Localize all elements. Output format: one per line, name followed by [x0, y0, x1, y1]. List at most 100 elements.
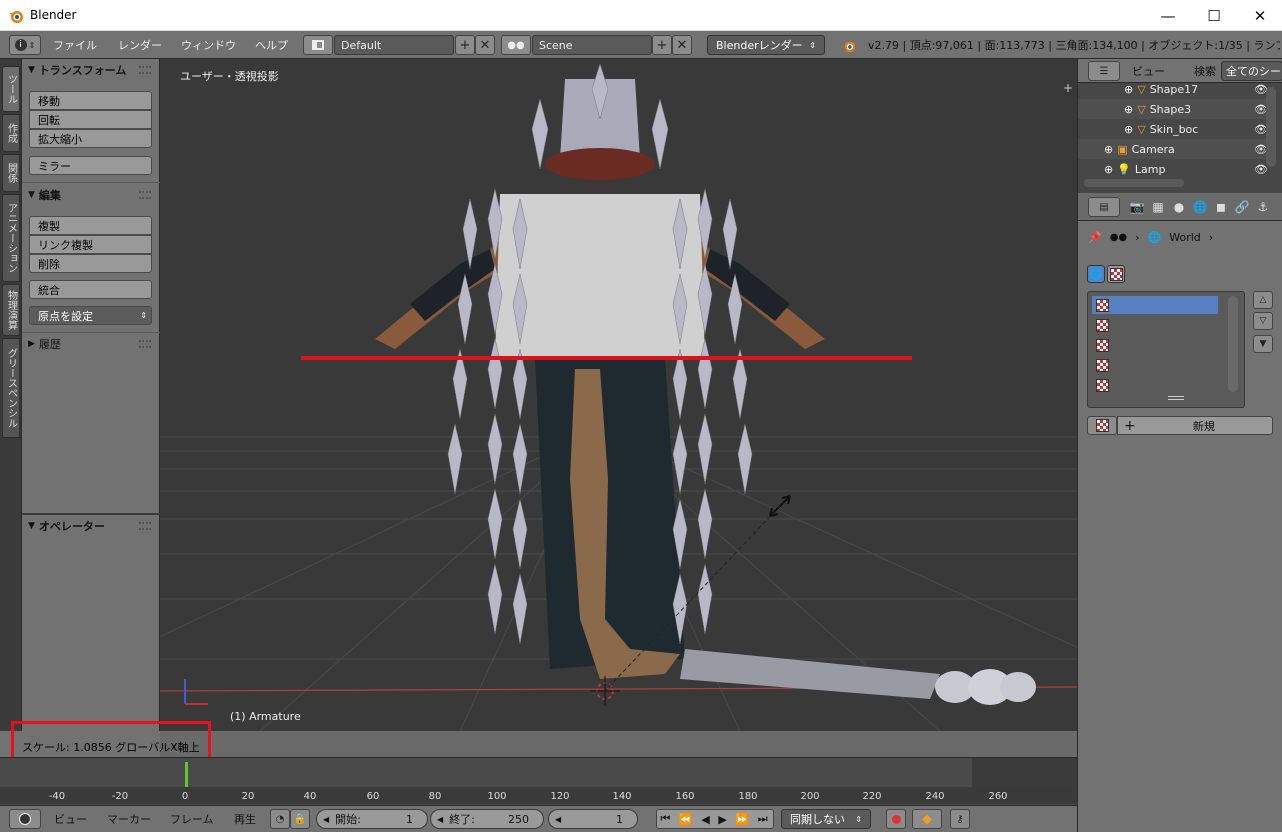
menu-help[interactable]: ヘルプ [247, 35, 296, 55]
outliner-row[interactable]: ⊕ ▣ Camera 👁 [1078, 139, 1268, 159]
world-tab-icon[interactable]: 🌐 [1191, 198, 1209, 216]
keying-set-button[interactable]: ⚷ [950, 809, 970, 829]
close-button[interactable]: ✕ [1237, 0, 1282, 31]
outliner-row[interactable]: ⊕ ▽ Skin_boc 👁 [1078, 119, 1268, 139]
menu-file[interactable]: ファイル [45, 35, 105, 55]
play-icon[interactable]: ▶ [718, 813, 728, 826]
jump-end-icon[interactable]: ⏭ [758, 812, 770, 826]
panel-operator-header[interactable]: ▼ オペレーター [28, 517, 105, 535]
minimize-button[interactable]: — [1145, 0, 1191, 31]
tab-tools[interactable]: ツール [2, 66, 20, 112]
timeline[interactable]: -40 -20 0 20 40 60 80 100 120 140 160 18… [0, 757, 1077, 805]
expand-icon[interactable]: ⊕ [1124, 83, 1133, 96]
move-down-button[interactable]: ▽ [1253, 312, 1273, 330]
preview-range-button[interactable]: ◔ [270, 809, 290, 829]
screen-layout-field[interactable]: Default [334, 35, 454, 55]
remove-screen-button[interactable]: ✕ [475, 35, 495, 55]
panel-history-header[interactable]: ▶ 履歴 [28, 335, 61, 353]
jump-start-icon[interactable]: ⏮ [660, 812, 672, 826]
set-origin-dropdown[interactable]: 原点を設定 ⇕ [29, 306, 152, 325]
3d-viewport[interactable]: ユーザー・透視投影 + (1) Armature [160, 59, 1077, 731]
new-texture-button[interactable]: + 新規 [1117, 416, 1273, 435]
render-engine-dropdown[interactable]: Blenderレンダー ⇕ [707, 35, 825, 55]
slot-list-scrollbar[interactable] [1228, 296, 1238, 392]
add-screen-button[interactable]: + [455, 35, 475, 55]
next-keyframe-icon[interactable]: ⏩ [735, 813, 751, 826]
expand-icon[interactable]: ⊕ [1124, 103, 1133, 116]
texture-slot[interactable] [1092, 376, 1218, 394]
editor-type-menu[interactable]: ▤ [1088, 197, 1120, 217]
panel-edit-header[interactable]: ▼ 編集 [28, 186, 61, 204]
tab-grease-pencil[interactable]: グリースペンシル [2, 338, 20, 438]
delete-button[interactable]: 削除 [29, 254, 152, 273]
lock-range-button[interactable]: 🔒 [290, 809, 310, 829]
outliner-row[interactable]: ⊕ ▽ Shape3 👁 [1078, 99, 1268, 119]
panel-grip-icon[interactable] [139, 340, 151, 348]
texture-slot[interactable] [1092, 296, 1218, 314]
object-tab-icon[interactable]: ◼ [1212, 198, 1230, 216]
tab-animation[interactable]: アニメーション [2, 194, 20, 282]
add-scene-button[interactable]: + [652, 35, 672, 55]
texture-slot-list[interactable] [1087, 291, 1245, 408]
remove-scene-button[interactable]: ✕ [672, 35, 692, 55]
duplicate-button[interactable]: 複製 [29, 216, 152, 235]
move-up-button[interactable]: △ [1253, 291, 1273, 309]
editor-type-menu[interactable]: i ⇕ [9, 35, 41, 55]
outliner-vertical-scrollbar[interactable] [1266, 87, 1276, 167]
texture-browse-button[interactable] [1087, 416, 1117, 435]
tab-create[interactable]: 作成 [2, 114, 20, 152]
menu-window[interactable]: ウィンドウ [173, 35, 244, 55]
outliner[interactable]: ☰ ビュー 検索 全てのシー ⊕ ▽ Shape17 👁 ⊕ ▽ Shape3 … [1077, 59, 1282, 193]
outliner-row[interactable]: ⊕ ▽ Shape17 👁 [1078, 79, 1268, 99]
link-duplicate-button[interactable]: リンク複製 [29, 235, 152, 254]
panel-grip-icon[interactable] [139, 191, 151, 199]
expand-icon[interactable]: ⊕ [1104, 143, 1113, 156]
outliner-horizontal-scrollbar[interactable] [1084, 179, 1184, 187]
join-button[interactable]: 統合 [29, 280, 152, 299]
current-frame-field[interactable]: ◀ 1 [548, 809, 638, 829]
menu-frame[interactable]: フレーム [162, 809, 222, 829]
editor-type-menu[interactable]: ☰ [1088, 61, 1120, 81]
maximize-button[interactable]: ☐ [1191, 0, 1237, 31]
sync-mode-dropdown[interactable]: 同期しない ⇕ [781, 809, 871, 829]
start-frame-field[interactable]: ◀ 開始: 1 [316, 809, 428, 829]
tab-relations[interactable]: 関係 [2, 154, 20, 192]
constraints-tab-icon[interactable]: 🔗 [1233, 198, 1251, 216]
menu-marker[interactable]: マーカー [99, 809, 159, 829]
resize-grip-icon[interactable] [1168, 396, 1184, 400]
world-texture-icon[interactable]: 🌐 [1087, 265, 1105, 283]
properties-context-tabs[interactable]: 📷 ▦ ● 🌐 ◼ 🔗 ⚓ [1128, 197, 1272, 217]
current-frame-marker[interactable] [185, 762, 188, 788]
data-tab-icon[interactable]: ⚓ [1254, 198, 1272, 216]
menu-outliner-search[interactable]: 検索 [1186, 61, 1224, 81]
scene-field[interactable]: Scene [532, 35, 652, 55]
texture-slot[interactable] [1092, 316, 1218, 334]
keying-set-dropdown[interactable]: ◆ [912, 809, 942, 829]
render-tab-icon[interactable]: 📷 [1128, 198, 1146, 216]
texture-slot[interactable] [1092, 356, 1218, 374]
editor-type-menu[interactable] [9, 809, 41, 829]
menu-playback[interactable]: 再生 [226, 809, 264, 829]
plus-icon[interactable]: + [1063, 81, 1073, 95]
expand-icon[interactable]: ⊕ [1124, 123, 1133, 136]
scene-selector[interactable]: ●● [501, 35, 531, 55]
prev-keyframe-icon[interactable]: ⏪ [679, 813, 695, 826]
texture-context-tabs[interactable]: 🌐 [1087, 265, 1125, 283]
end-frame-field[interactable]: ◀ 終了: 250 [430, 809, 544, 829]
tab-physics[interactable]: 物理演算 [2, 284, 20, 336]
move-button[interactable]: 移動 [29, 91, 152, 110]
specials-menu-button[interactable]: ▼ [1253, 335, 1273, 353]
play-reverse-icon[interactable]: ◀ [701, 813, 711, 826]
outliner-row[interactable]: ⊕ 💡 Lamp 👁 [1078, 159, 1268, 179]
layers-tab-icon[interactable]: ▦ [1149, 198, 1167, 216]
scene-tab-icon[interactable]: ● [1170, 198, 1188, 216]
expand-icon[interactable]: ⊕ [1104, 163, 1113, 176]
panel-grip-icon[interactable] [139, 66, 151, 74]
mirror-button[interactable]: ミラー [29, 156, 152, 175]
screen-layout-selector[interactable] [303, 35, 333, 55]
rotate-button[interactable]: 回転 [29, 110, 152, 129]
scale-button[interactable]: 拡大縮小 [29, 129, 152, 148]
record-button[interactable] [886, 809, 906, 829]
texture-slot[interactable] [1092, 336, 1218, 354]
menu-outliner-view[interactable]: ビュー [1124, 61, 1173, 81]
